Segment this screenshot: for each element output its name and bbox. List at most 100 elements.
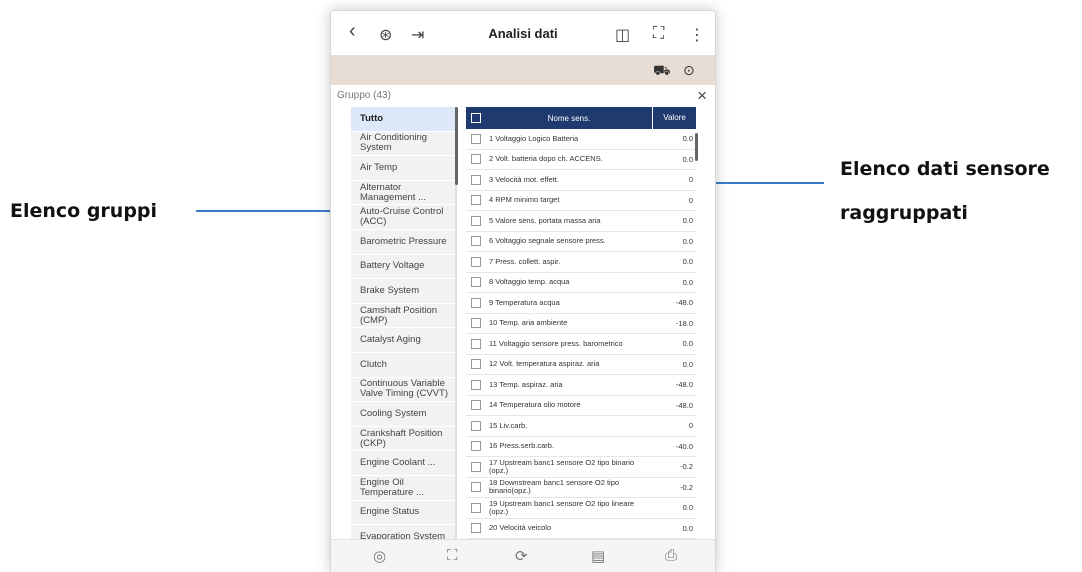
sidebar-item[interactable]: Crankshaft Position (CKP) (351, 427, 455, 452)
table-row[interactable]: 20 Velocità veicolo 0.0 (466, 519, 696, 539)
sensor-value: 0.0 (682, 523, 693, 533)
sensor-name: 4 RPM minimo target (489, 195, 560, 205)
sensor-value: 0.0 (682, 154, 693, 164)
row-checkbox[interactable] (466, 318, 486, 329)
sidebar-item[interactable]: Tutto (351, 107, 455, 132)
group-header: Gruppo (43) × (331, 85, 715, 107)
sidebar-item[interactable]: Air Temp (351, 156, 455, 181)
table-row[interactable]: 9 Temperatura acqua -48.0 (466, 293, 696, 314)
sensor-name: 15 Liv.carb. (489, 420, 528, 430)
sensor-name: 2 Volt. batteria dopo ch. ACCENS. (489, 154, 603, 164)
save-icon[interactable]: ⎙ (665, 547, 677, 564)
row-checkbox[interactable] (466, 154, 486, 165)
row-checkbox[interactable] (466, 420, 486, 431)
select-all-checkbox[interactable] (466, 113, 486, 123)
expand-icon[interactable]: ⛶ (447, 547, 458, 564)
table-row[interactable]: 4 RPM minimo target 0 (466, 191, 696, 211)
row-checkbox[interactable] (466, 133, 486, 144)
sensor-name: 18 Downstream banc1 sensore O2 tipo bina… (489, 478, 620, 496)
sidebar-item[interactable]: Battery Voltage (351, 255, 455, 280)
group-count-label: Gruppo (43) (337, 90, 391, 101)
sensor-name: 14 Temperatura olio motore (489, 400, 581, 410)
table-row[interactable]: 10 Temp. aria ambiente -18.0 (466, 314, 696, 334)
row-checkbox[interactable] (466, 441, 486, 452)
sensor-name: 7 Press. collett. aspir. (489, 256, 561, 266)
row-checkbox[interactable] (466, 297, 486, 308)
record-button-icon[interactable]: ◎ (373, 547, 386, 565)
sidebar-item[interactable]: Cooling System (351, 402, 455, 427)
table-body: 1 Voltaggio Logico Batteria 0.0 2 Volt. ba… (466, 129, 696, 539)
sensor-value: -48.0 (675, 298, 693, 308)
table-row[interactable]: 15 Liv.carb. 0 (466, 416, 696, 437)
row-checkbox[interactable] (466, 482, 486, 493)
report-icon[interactable]: ▤ (591, 547, 605, 565)
row-checkbox[interactable] (466, 461, 486, 472)
row-checkbox[interactable] (466, 338, 486, 349)
sensor-name: 5 Valore sens. portata massa aria (489, 215, 601, 225)
row-checkbox[interactable] (466, 277, 486, 288)
table-row[interactable]: 17 Upstream banc1 sensore O2 tipo binari… (466, 457, 696, 478)
table-row[interactable]: 18 Downstream banc1 sensore O2 tipo bina… (466, 478, 696, 498)
close-icon[interactable]: × (697, 86, 707, 106)
table-row[interactable]: 3 Velocità mot. effett. 0 (466, 170, 696, 191)
row-checkbox[interactable] (466, 379, 486, 390)
table-row[interactable]: 1 Voltaggio Logico Batteria 0.0 (466, 129, 696, 150)
table-row[interactable]: 12 Volt. temperatura aspiraz. aria 0.0 (466, 355, 696, 375)
table-row[interactable]: 19 Upstream banc1 sensore O2 tipo linear… (466, 498, 696, 519)
sensor-value: -40.0 (675, 441, 693, 451)
table-row[interactable]: 13 Temp. aspiraz. aria -48.0 (466, 375, 696, 396)
record-icon[interactable]: ◫ (615, 25, 630, 45)
sidebar-item[interactable]: Catalyst Aging (351, 328, 455, 353)
group-list-scrollbar[interactable] (455, 107, 458, 185)
fullscreen-icon[interactable]: ⛶ (653, 25, 664, 43)
sidebar-item[interactable]: Camshaft Position (CMP) (351, 304, 455, 329)
top-bar: ‹ ⊛ ⇥ Analisi dati ◫ ⛶ ⋮ (331, 11, 715, 55)
callout-sensor-list-label-2: raggruppati (840, 202, 968, 224)
sensor-value: 0.0 (682, 359, 693, 369)
table-row[interactable]: 5 Valore sens. portata massa aria 0.0 (466, 211, 696, 232)
sidebar-item[interactable]: Barometric Pressure (351, 230, 455, 255)
sensor-value: 0.0 (682, 216, 693, 226)
sidebar-item[interactable]: Alternator Management ... (351, 181, 455, 206)
row-checkbox[interactable] (466, 523, 486, 534)
row-checkbox[interactable] (466, 236, 486, 247)
sidebar-item[interactable]: Auto-Cruise Control (ACC) (351, 205, 455, 230)
row-checkbox[interactable] (466, 215, 486, 226)
settings-icon[interactable]: ⊙ (683, 62, 695, 79)
sidebar-item[interactable]: Engine Status (351, 501, 455, 526)
table-row[interactable]: 16 Press.serb.carb. -40.0 (466, 437, 696, 457)
row-checkbox[interactable] (466, 256, 486, 267)
sensor-value: 0.0 (682, 503, 693, 513)
table-row[interactable]: 8 Voltaggio temp. acqua 0.0 (466, 273, 696, 293)
sidebar-item[interactable]: Engine Oil Temperature ... (351, 476, 455, 501)
column-header-name[interactable]: Nome sens. (486, 114, 652, 123)
row-checkbox[interactable] (466, 174, 486, 185)
table-row[interactable]: 14 Temperatura olio motore -48.0 (466, 396, 696, 416)
table-row[interactable]: 7 Press. collett. aspir. 0.0 (466, 252, 696, 273)
row-checkbox[interactable] (466, 359, 486, 370)
vehicle-icon[interactable]: ⛟ (653, 62, 671, 81)
group-list: Tutto Air Conditioning System Air Temp Alte… (351, 107, 457, 550)
sensor-value: 0.0 (682, 339, 693, 349)
sidebar-item[interactable]: Engine Coolant ... (351, 451, 455, 476)
table-scrollbar[interactable] (695, 133, 698, 161)
sensor-name: 8 Voltaggio temp. acqua (489, 277, 570, 287)
sidebar-item[interactable]: Clutch (351, 353, 455, 378)
refresh-icon[interactable]: ⟳ (515, 547, 528, 565)
sensor-name: 10 Temp. aria ambiente (489, 318, 568, 328)
more-icon[interactable]: ⋮ (689, 25, 705, 45)
sidebar-item[interactable]: Air Conditioning System (351, 132, 455, 157)
sidebar-item[interactable]: Brake System (351, 279, 455, 304)
row-checkbox[interactable] (466, 502, 486, 513)
sensor-value: 0 (688, 195, 693, 205)
sensor-name: 1 Voltaggio Logico Batteria (489, 133, 579, 143)
table-row[interactable]: 11 Voltaggio sensore press. barometrico 0… (466, 334, 696, 355)
table-row[interactable]: 6 Voltaggio segnale sensore press. 0.0 (466, 232, 696, 252)
vehicle-bar: ⛟ ⊙ (331, 55, 715, 85)
column-header-value[interactable]: Valore (652, 107, 696, 129)
callout-sensor-list-label: Elenco dati sensore (840, 158, 1050, 180)
sidebar-item[interactable]: Continuous Variable Valve Timing (CVVT) (351, 378, 455, 403)
row-checkbox[interactable] (466, 195, 486, 206)
row-checkbox[interactable] (466, 400, 486, 411)
table-row[interactable]: 2 Volt. batteria dopo ch. ACCENS. 0.0 (466, 150, 696, 170)
